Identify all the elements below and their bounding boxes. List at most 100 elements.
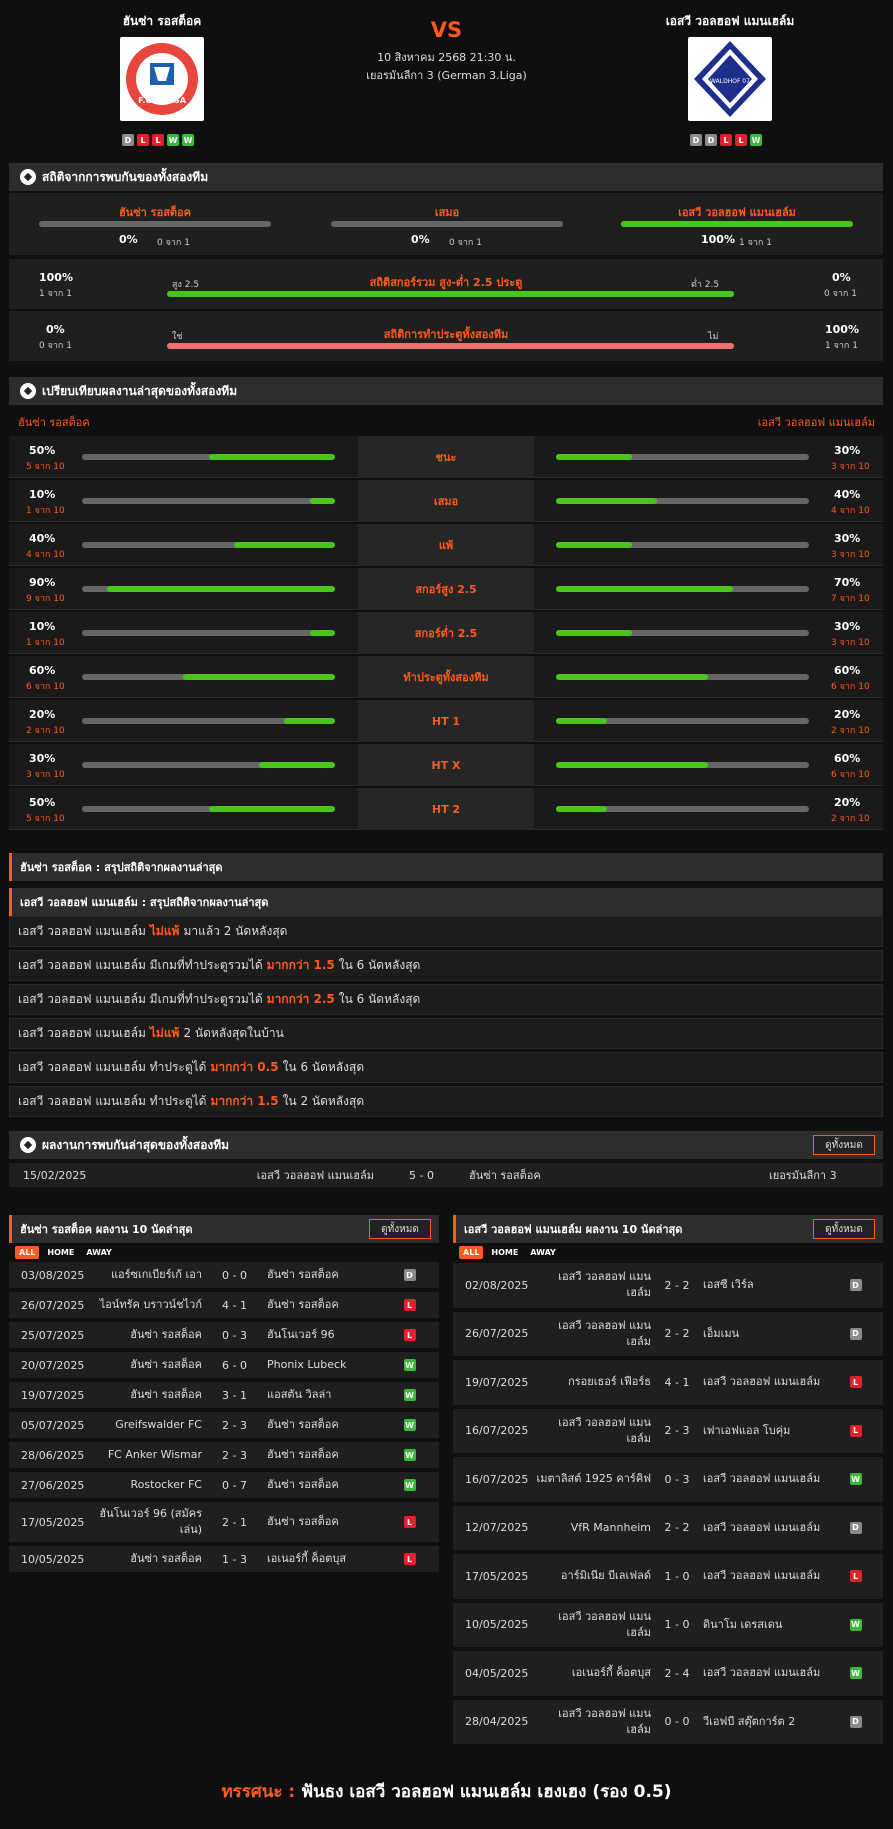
compare-home-bar — [82, 630, 335, 636]
note-text: เอสวี วอลฮอฟ แมนเฮล์ม — [18, 1026, 146, 1040]
match-home: เอสวี วอลฮอฟ แมนเฮล์ม — [558, 1318, 651, 1348]
compare-away-bar — [556, 806, 809, 812]
compare-away-count: 3 จาก 10 — [831, 638, 870, 648]
compare-away-bar — [556, 630, 809, 636]
match-away: เอสวี วอลฮอฟ แมนเฮล์ม — [703, 1520, 821, 1534]
home-last10-view-all-button[interactable]: ดูทั้งหมด — [369, 1219, 431, 1239]
result-badge: D — [849, 1279, 862, 1292]
note-highlight: มากกว่า 1.5 — [210, 1094, 279, 1108]
match-home: เอสวี วอลฮอฟ แมนเฮล์ม — [256, 1169, 374, 1182]
note-highlight: ไม่แพ้ — [149, 1026, 180, 1040]
compare-home-bar — [82, 586, 335, 592]
home-team-logo[interactable]: F.C.HANSA — [120, 37, 204, 121]
away-team-name[interactable]: เอสวี วอลฮอฟ แมนเฮล์ม — [620, 12, 840, 31]
compare-home-pct: 20% — [29, 708, 56, 721]
result-badge: W — [849, 1667, 862, 1680]
h2h-col-label: เสมอ — [434, 206, 460, 219]
last10-match-row[interactable]: 27/06/2025 Rostocker FC 0 - 7 ฮันซ่า รอสต็อ… — [9, 1472, 439, 1500]
last10-match-row[interactable]: 10/05/2025 เอสวี วอลฮอฟ แมนเฮล์ม 1 - 0 ดินา… — [453, 1602, 883, 1649]
away-team-logo[interactable]: WALDHOF 07 — [688, 37, 772, 121]
note-text: 2 นัดหลังสุดในบ้าน — [183, 1026, 284, 1040]
last10-match-row[interactable]: 17/05/2025 อาร์มิเนีย บีเลเฟลด์ 1 - 0 เอสวี… — [453, 1554, 883, 1601]
compare-away-count: 6 จาก 10 — [831, 682, 870, 692]
compare-row: 10% 1 จาก 10 เสมอ 40% 4 จาก 10 — [9, 480, 883, 522]
match-date: 10/05/2025 — [21, 1552, 85, 1566]
tab-all[interactable]: ALL — [15, 1246, 40, 1259]
match-date: 02/08/2025 — [465, 1278, 529, 1292]
match-score: 2 - 4 — [664, 1666, 690, 1680]
tab-all[interactable]: ALL — [459, 1246, 484, 1259]
last10-match-row[interactable]: 16/07/2025 เมตาลิสต์ 1925 คาร์คิฟ 0 - 3 เอส… — [453, 1457, 883, 1504]
last10-match-row[interactable]: 17/05/2025 ฮันโนเวอร์ 96 (สมัครเล่น) 2 - 1… — [9, 1502, 439, 1544]
result-badge: L — [403, 1553, 416, 1565]
ou-bar — [167, 291, 734, 297]
compare-away-bar — [556, 454, 809, 460]
compare-away-pct: 30% — [834, 620, 861, 633]
compare-away-bar — [556, 542, 809, 548]
match-home: Greifswalder FC — [115, 1418, 202, 1432]
compare-away-count: 3 จาก 10 — [831, 550, 870, 560]
compare-away-pct: 30% — [834, 532, 861, 545]
match-date: 26/07/2025 — [21, 1298, 85, 1312]
form-badge: L — [137, 134, 149, 146]
compare-home-bar — [82, 762, 335, 768]
section-title: ผลงานการพบกันล่าสุดของทั้งสองทีม — [42, 1137, 230, 1152]
section-title: สถิติจากการพบกันของทั้งสองทีม — [42, 169, 209, 184]
last10-match-row[interactable]: 28/06/2025 FC Anker Wismar 2 - 3 ฮันซ่า รอส… — [9, 1442, 439, 1470]
tab-away[interactable]: AWAY — [526, 1246, 560, 1259]
compare-away-count: 6 จาก 10 — [831, 770, 870, 780]
compare-home-count: 9 จาก 10 — [26, 594, 65, 604]
last10-match-row[interactable]: 16/07/2025 เอสวี วอลฮอฟ แมนเฮล์ม 2 - 3 เฟาเ… — [453, 1408, 883, 1455]
match-home: แอร์ซเกเบียร์เก้ เอา — [110, 1268, 202, 1282]
away-last10-view-all-button[interactable]: ดูทั้งหมด — [813, 1219, 875, 1239]
tab-home[interactable]: HOME — [43, 1246, 78, 1259]
h2h-view-all-button[interactable]: ดูทั้งหมด — [813, 1135, 875, 1155]
last10-match-row[interactable]: 28/04/2025 เอสวี วอลฮอฟ แมนเฮล์ม 0 - 0 วีเอ… — [453, 1699, 883, 1746]
compare-row-label: HT X — [358, 744, 534, 786]
last10-match-row[interactable]: 03/08/2025 แอร์ซเกเบียร์เก้ เอา 0 - 0 ฮันซ่… — [9, 1262, 439, 1290]
result-badge: W — [403, 1449, 416, 1461]
last10-match-row[interactable]: 04/05/2025 เอเนอร์กี้ ค็อตบุส 2 - 4 เอสวี ว… — [453, 1651, 883, 1698]
match-score: 4 - 1 — [222, 1298, 247, 1312]
last10-match-row[interactable]: 26/07/2025 ไอน์ทรัค บราวน์ชไวก์ 4 - 1 ฮันซ่… — [9, 1292, 439, 1320]
note-text: เอสวี วอลฮอฟ แมนเฮล์ม ทำประตูได้ — [18, 1060, 207, 1074]
match-date: 19/07/2025 — [465, 1375, 529, 1389]
last10-match-row[interactable]: 12/07/2025 VfR Mannheim 2 - 2 เอสวี วอลฮอฟ … — [453, 1505, 883, 1552]
compare-away-pct: 20% — [834, 796, 861, 809]
match-home: เอเนอร์กี้ ค็อตบุส — [571, 1666, 651, 1680]
match-home: อาร์มิเนีย บีเลเฟลด์ — [560, 1569, 651, 1583]
last10-match-row[interactable]: 19/07/2025 ฮันซ่า รอสต็อค 3 - 1 แอสตัน วิลล… — [9, 1382, 439, 1410]
compare-away-bar — [556, 762, 809, 768]
last10-match-row[interactable]: 25/07/2025 ฮันซ่า รอสต็อค 0 - 3 ฮันโนเวอร์ … — [9, 1322, 439, 1350]
form-badge: L — [720, 134, 732, 146]
match-home: ฮันซ่า รอสต็อค — [130, 1552, 202, 1566]
match-date: 05/07/2025 — [21, 1418, 85, 1432]
compare-away-pct: 60% — [834, 664, 861, 677]
last10-match-row[interactable]: 10/05/2025 ฮันซ่า รอสต็อค 1 - 3 เอเนอร์กี้ … — [9, 1546, 439, 1574]
compare-row: 50% 5 จาก 10 ชนะ 30% 3 จาก 10 — [9, 436, 883, 478]
compare-row: 40% 4 จาก 10 แพ้ 30% 3 จาก 10 — [9, 524, 883, 566]
summary-note: เอสวี วอลฮอฟ แมนเฮล์ม ไม่แพ้ มาแล้ว 2 นัดห… — [9, 916, 883, 947]
match-score: 2 - 2 — [664, 1278, 690, 1292]
last10-match-row[interactable]: 20/07/2025 ฮันซ่า รอสต็อค 6 - 0 Phonix Lube… — [9, 1352, 439, 1380]
match-home: เอสวี วอลฮอฟ แมนเฮล์ม — [558, 1609, 651, 1639]
note-text: ใน 6 นัดหลังสุด — [338, 958, 421, 972]
last10-match-row[interactable]: 05/07/2025 Greifswalder FC 2 - 3 ฮันซ่า รอส… — [9, 1412, 439, 1440]
tab-home[interactable]: HOME — [487, 1246, 522, 1259]
compare-row: 50% 5 จาก 10 HT 2 20% 2 จาก 10 — [9, 788, 883, 830]
tab-away[interactable]: AWAY — [82, 1246, 116, 1259]
compare-row-label: แพ้ — [358, 524, 534, 566]
section-title: ฮันซ่า รอสต็อค ผลงาน 10 นัดล่าสุด — [20, 1223, 193, 1236]
match-score: 1 - 3 — [222, 1552, 247, 1566]
match-date: 20/07/2025 — [21, 1358, 85, 1372]
compare-home-bar — [82, 718, 335, 724]
last10-match-row[interactable]: 19/07/2025 กรอยเธอร์ เฟือร์ธ 4 - 1 เอสวี วอ… — [453, 1360, 883, 1407]
last10-match-row[interactable]: 26/07/2025 เอสวี วอลฮอฟ แมนเฮล์ม 2 - 2 เอ็ม… — [453, 1311, 883, 1358]
result-badge: W — [849, 1473, 862, 1486]
compare-home-count: 2 จาก 10 — [26, 726, 65, 736]
h2h-match-row[interactable]: 15/02/2025 เอสวี วอลฮอฟ แมนเฮล์ม 5 - 0 ฮันซ… — [9, 1163, 883, 1189]
btts-bar — [167, 343, 734, 349]
compare-home-count: 1 จาก 10 — [26, 638, 65, 648]
match-away: ฮันซ่า รอสต็อค — [267, 1478, 339, 1492]
last10-match-row[interactable]: 02/08/2025 เอสวี วอลฮอฟ แมนเฮล์ม 2 - 2 เอสซ… — [453, 1263, 883, 1310]
